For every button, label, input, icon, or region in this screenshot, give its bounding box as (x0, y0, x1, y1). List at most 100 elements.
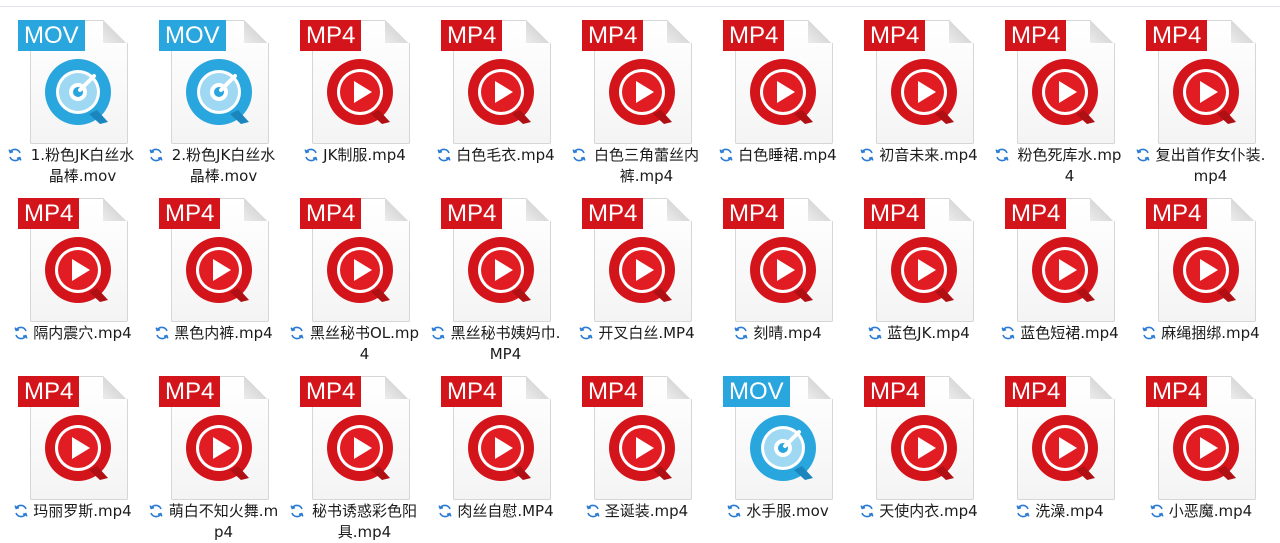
file-item[interactable]: MP4 白色三角蕾丝内裤.mp4 (566, 8, 707, 186)
file-type-tag: MP4 (1005, 376, 1067, 407)
file-item[interactable]: MP4 洗澡.mp4 (989, 364, 1130, 542)
file-item[interactable]: MP4 刻晴.mp4 (707, 186, 848, 364)
file-name: JK制服.mp4 (323, 146, 406, 164)
file-item[interactable]: MOV 水手服.mov (707, 364, 848, 542)
sync-pending-icon (1016, 504, 1030, 518)
page-fold-icon (385, 20, 408, 43)
page-fold-icon (949, 376, 972, 399)
file-item[interactable]: MP4 隔内震穴.mp4 (2, 186, 143, 364)
file-item[interactable]: MP4 肉丝自慰.MP4 (425, 364, 566, 542)
mp4-play-icon (468, 415, 534, 481)
page-fold-icon (1231, 198, 1254, 221)
file-type-tag: MP4 (159, 376, 221, 407)
sync-pending-icon (868, 326, 882, 340)
file-item[interactable]: MP4 玛丽罗斯.mp4 (2, 364, 143, 542)
file-name: 萌白不知火舞.mp4 (168, 502, 279, 541)
file-label: 洗澡.mp4 (993, 501, 1126, 522)
file-item[interactable]: MP4 秘书诱惑彩色阳具.mp4 (284, 364, 425, 542)
file-item[interactable]: MOV 2.粉色JK白丝水晶棒.mov (143, 8, 284, 186)
sync-pending-icon (1150, 504, 1164, 518)
mp4-play-icon (45, 415, 111, 481)
file-item[interactable]: MP4 麻绳捆绑.mp4 (1130, 186, 1271, 364)
file-type-tag: MP4 (1005, 198, 1067, 229)
file-name: 肉丝自慰.MP4 (457, 502, 554, 520)
sync-pending-icon (437, 148, 451, 162)
file-item[interactable]: MP4 JK制服.mp4 (284, 8, 425, 186)
quicktime-icon (45, 59, 111, 125)
file-name: 粉色死库水.mp4 (1017, 146, 1122, 185)
mp4-play-icon (1173, 59, 1239, 125)
file-item[interactable]: MP4 圣诞装.mp4 (566, 364, 707, 542)
page-fold-icon (244, 198, 267, 221)
file-label: 萌白不知火舞.mp4 (147, 501, 280, 543)
file-item[interactable]: MP4 蓝色短裙.mp4 (989, 186, 1130, 364)
file-type-tag: MP4 (441, 20, 503, 51)
page-fold-icon (244, 20, 267, 43)
file-type-tag: MP4 (582, 20, 644, 51)
file-label: 小恶魔.mp4 (1134, 501, 1267, 522)
file-item[interactable]: MP4 萌白不知火舞.mp4 (143, 364, 284, 542)
file-item[interactable]: MP4 白色毛衣.mp4 (425, 8, 566, 186)
file-type-tag: MP4 (582, 198, 644, 229)
page-fold-icon (526, 376, 549, 399)
file-type-tag: MP4 (1146, 198, 1208, 229)
file-label: 隔内震穴.mp4 (6, 323, 139, 344)
sync-pending-icon (148, 504, 163, 518)
mp4-play-icon (750, 237, 816, 303)
file-item[interactable]: MP4 黑丝秘书OL.mp4 (284, 186, 425, 364)
sync-pending-icon (1142, 326, 1156, 340)
file-name: 黑色内裤.mp4 (174, 324, 273, 342)
file-item[interactable]: MP4 白色睡裙.mp4 (707, 8, 848, 186)
file-name: 黑丝秘书OL.mp4 (309, 324, 420, 363)
file-name: 隔内震穴.mp4 (33, 324, 132, 342)
file-item[interactable]: MP4 粉色死库水.mp4 (989, 8, 1130, 186)
mp4-play-icon (1032, 415, 1098, 481)
file-label: 天使内衣.mp4 (852, 501, 985, 522)
file-label: 开叉白丝.MP4 (570, 323, 703, 344)
file-label: 复出首作女仆装.mp4 (1134, 145, 1267, 187)
page-fold-icon (1231, 376, 1254, 399)
file-item[interactable]: MP4 小恶魔.mp4 (1130, 364, 1271, 542)
file-label: 1.粉色JK白丝水晶棒.mov (6, 145, 139, 187)
page-fold-icon (244, 376, 267, 399)
sync-pending-icon (860, 148, 874, 162)
file-name: 小恶魔.mp4 (1168, 502, 1253, 520)
file-type-tag: MP4 (864, 20, 926, 51)
file-item[interactable]: MP4 黑丝秘书姨妈巾.MP4 (425, 186, 566, 364)
file-name: 蓝色短裙.mp4 (1020, 324, 1119, 342)
file-item[interactable]: MP4 复出首作女仆装.mp4 (1130, 8, 1271, 186)
page-fold-icon (808, 198, 831, 221)
file-item[interactable]: MP4 蓝色JK.mp4 (848, 186, 989, 364)
file-item[interactable]: MP4 开叉白丝.MP4 (566, 186, 707, 364)
sync-pending-icon (994, 148, 1009, 162)
file-item[interactable]: MP4 初音未来.mp4 (848, 8, 989, 186)
file-name: 麻绳捆绑.mp4 (1161, 324, 1260, 342)
page-fold-icon (808, 376, 831, 399)
page-fold-icon (526, 198, 549, 221)
mp4-play-icon (1032, 59, 1098, 125)
sync-pending-icon (304, 148, 318, 162)
file-label: 秘书诱惑彩色阳具.mp4 (288, 501, 421, 543)
file-item[interactable]: MOV 1.粉色JK白丝水晶棒.mov (2, 8, 143, 186)
file-item[interactable]: MP4 天使内衣.mp4 (848, 364, 989, 542)
file-name: 白色睡裙.mp4 (738, 146, 837, 164)
file-type-tag: MP4 (864, 376, 926, 407)
file-name: 1.粉色JK白丝水晶棒.mov (30, 146, 135, 185)
file-name: 圣诞装.mp4 (604, 502, 689, 520)
file-type-tag: MOV (18, 20, 85, 51)
file-label: 2.粉色JK白丝水晶棒.mov (147, 145, 280, 187)
file-item[interactable]: MP4 黑色内裤.mp4 (143, 186, 284, 364)
file-label: 刻晴.mp4 (711, 323, 844, 344)
page-fold-icon (1090, 198, 1113, 221)
file-name: 黑丝秘书姨妈巾.MP4 (450, 324, 561, 363)
file-type-tag: MP4 (18, 198, 80, 229)
mp4-play-icon (1173, 415, 1239, 481)
file-label: 粉色死库水.mp4 (993, 145, 1126, 187)
mp4-play-icon (750, 59, 816, 125)
file-type-tag: MP4 (159, 198, 221, 229)
file-label: 蓝色短裙.mp4 (993, 323, 1126, 344)
file-label: 圣诞装.mp4 (570, 501, 703, 522)
file-label: 白色毛衣.mp4 (429, 145, 562, 166)
sync-pending-icon (579, 326, 593, 340)
quicktime-icon (186, 59, 252, 125)
